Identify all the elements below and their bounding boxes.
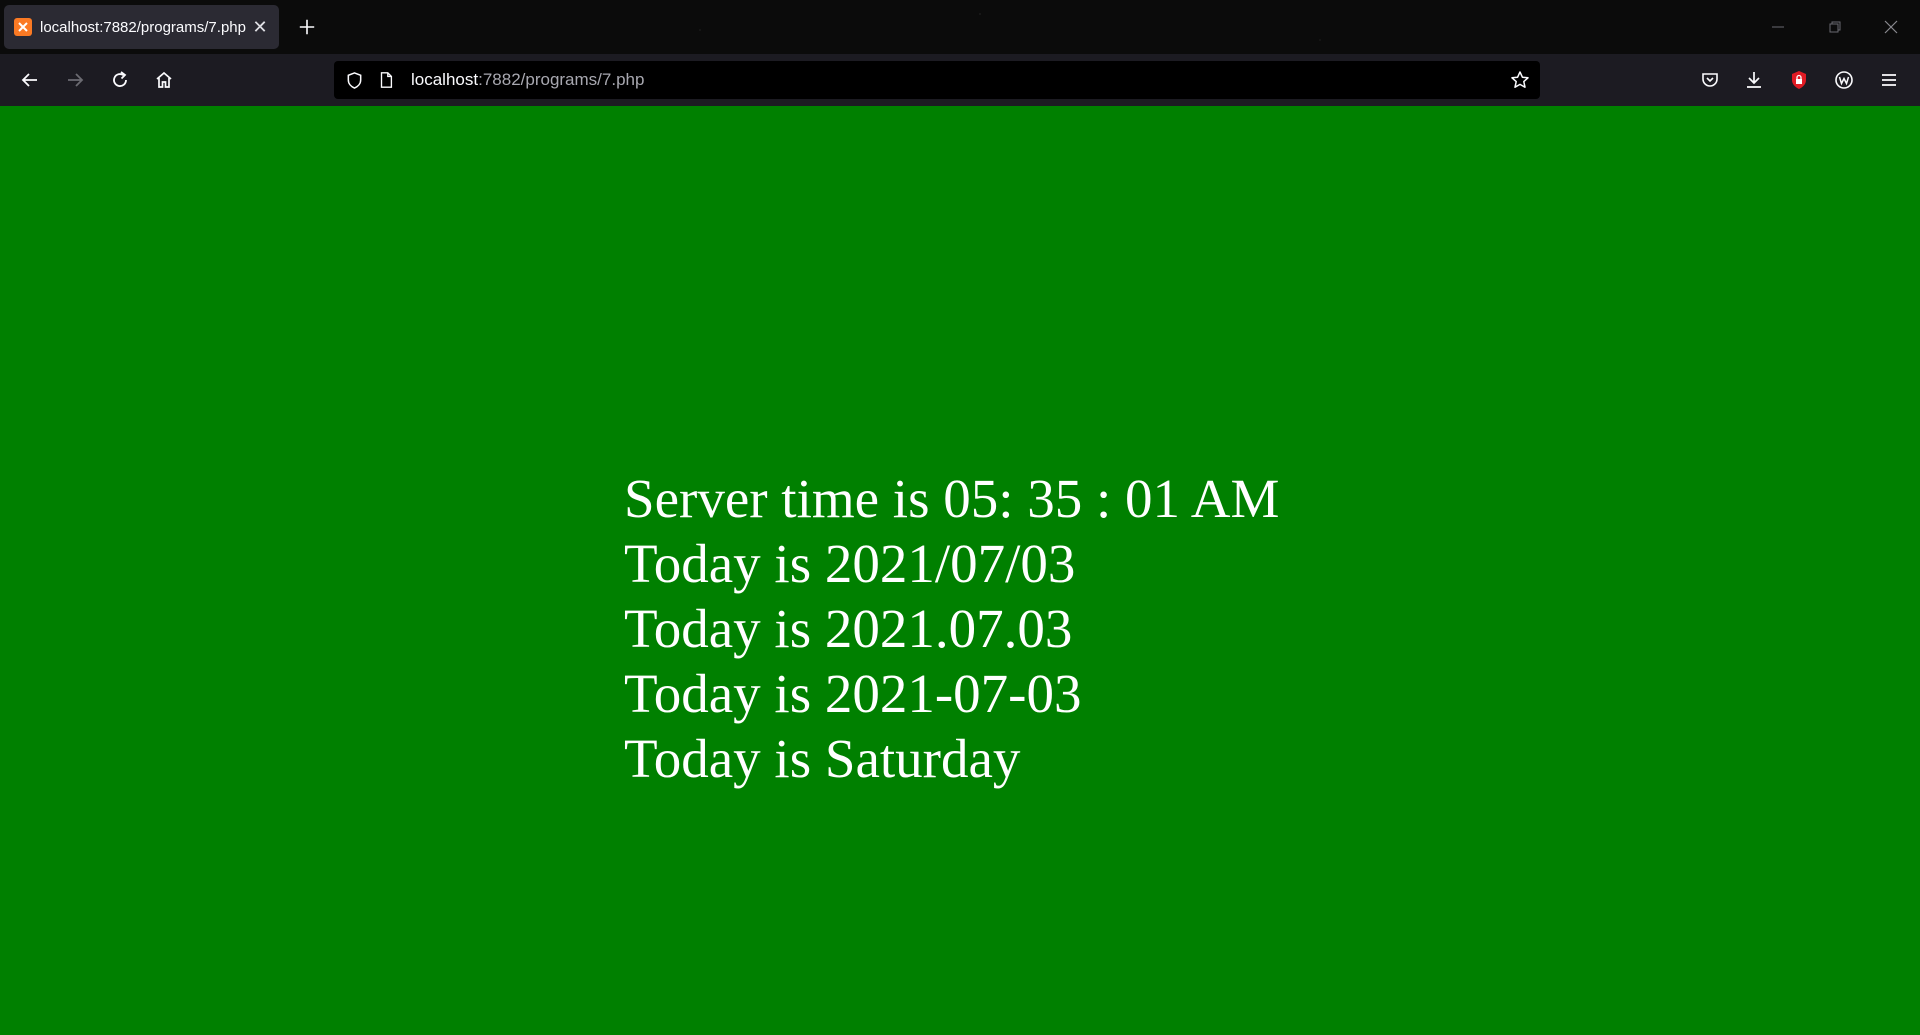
page-content: Server time is 05: 35 : 01 AM Today is 2… bbox=[624, 466, 1279, 791]
new-tab-button[interactable] bbox=[292, 12, 322, 42]
date-dash-line: Today is 2021-07-03 bbox=[624, 663, 1082, 724]
close-window-button[interactable] bbox=[1873, 10, 1909, 44]
weekday-line: Today is Saturday bbox=[624, 728, 1021, 789]
xampp-icon bbox=[14, 18, 32, 36]
plus-icon bbox=[299, 19, 315, 35]
red-lock-extension-icon bbox=[1792, 71, 1806, 89]
url-path: :7882/programs/7.php bbox=[478, 70, 645, 89]
url-host: localhost bbox=[411, 70, 479, 89]
browser-tab[interactable]: localhost:7882/programs/7.php ✕ bbox=[4, 5, 279, 49]
url-text[interactable]: localhost:7882/programs/7.php bbox=[411, 61, 644, 99]
close-tab-icon[interactable]: ✕ bbox=[251, 17, 269, 38]
w-circle-icon bbox=[1835, 71, 1853, 89]
forward-button[interactable] bbox=[58, 63, 92, 97]
home-icon bbox=[156, 71, 172, 88]
pocket-button[interactable] bbox=[1693, 63, 1727, 97]
reload-button[interactable] bbox=[103, 63, 137, 97]
navigation-toolbar: localhost:7882/programs/7.php bbox=[0, 54, 1920, 106]
page-info-icon[interactable] bbox=[376, 70, 396, 90]
reload-icon bbox=[113, 71, 127, 87]
tab-strip: localhost:7882/programs/7.php ✕ bbox=[0, 0, 1920, 54]
server-time-line: Server time is 05: 35 : 01 AM bbox=[624, 468, 1280, 529]
extension-lock-button[interactable] bbox=[1782, 63, 1816, 97]
minimize-button[interactable] bbox=[1760, 10, 1796, 44]
back-arrow-icon bbox=[21, 73, 37, 87]
minimize-icon bbox=[1772, 26, 1784, 28]
close-window-icon bbox=[1884, 20, 1898, 34]
date-dot-line: Today is 2021.07.03 bbox=[624, 598, 1073, 659]
account-extension-button[interactable] bbox=[1827, 63, 1861, 97]
menu-button[interactable] bbox=[1872, 63, 1906, 97]
restore-icon bbox=[1829, 21, 1841, 33]
shield-icon[interactable] bbox=[344, 70, 364, 90]
forward-arrow-icon bbox=[68, 73, 84, 87]
downloads-button[interactable] bbox=[1737, 63, 1771, 97]
bookmark-star-icon[interactable] bbox=[1510, 70, 1530, 90]
tab-title: localhost:7882/programs/7.php bbox=[40, 18, 246, 36]
hamburger-menu-icon bbox=[1882, 74, 1896, 86]
address-bar[interactable]: localhost:7882/programs/7.php bbox=[334, 61, 1540, 99]
date-slash-line: Today is 2021/07/03 bbox=[624, 533, 1076, 594]
back-button[interactable] bbox=[13, 63, 47, 97]
pocket-icon bbox=[1702, 73, 1718, 87]
restore-button[interactable] bbox=[1817, 10, 1853, 44]
download-icon bbox=[1747, 72, 1761, 88]
home-button[interactable] bbox=[147, 63, 181, 97]
